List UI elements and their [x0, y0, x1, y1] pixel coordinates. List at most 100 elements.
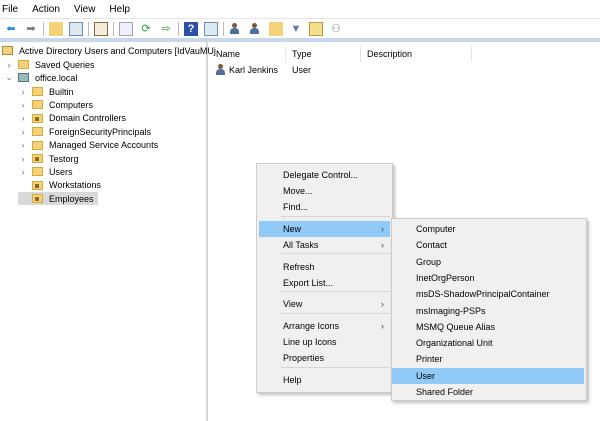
submenu-item[interactable]: Group [392, 254, 584, 270]
menu-item[interactable]: New › [259, 221, 390, 237]
menu-item-label: Arrange Icons [283, 321, 340, 331]
cell-name: Karl Jenkins [229, 64, 279, 75]
list-row[interactable]: Karl Jenkins [215, 63, 278, 76]
menu-item-label: Help [283, 375, 302, 385]
menu-item[interactable]: Properties [259, 350, 390, 366]
new-group-icon[interactable] [249, 22, 263, 36]
menu-item-label: Move... [283, 186, 313, 196]
user-icon [215, 64, 226, 75]
new-submenu: Computer Contact Group InetOrgPerson msDS-Sh… [391, 218, 587, 401]
delegate-icon[interactable]: ⚇ [329, 22, 343, 36]
tree-item-domain[interactable]: ⌄ office.local [4, 71, 77, 84]
menu-item[interactable]: Refresh [259, 259, 390, 275]
menu-help[interactable]: Help [109, 4, 130, 15]
menu-action[interactable]: Action [32, 4, 60, 15]
chevron-right-icon[interactable]: › [18, 127, 28, 137]
menu-item-label: msImaging-PSPs [416, 305, 486, 316]
chevron-right-icon[interactable]: › [18, 167, 28, 177]
submenu-item[interactable]: Printer [392, 351, 584, 367]
menu-item-label: MSMQ Queue Alias [416, 321, 496, 332]
chevron-right-icon[interactable]: › [4, 60, 14, 70]
folder-icon [32, 87, 43, 96]
menu-item-label: Group [416, 256, 442, 267]
refresh-icon[interactable]: ⟳ [139, 22, 153, 36]
menu-item[interactable]: Find... [259, 199, 390, 215]
tree-item[interactable]: › ForeignSecurityPrincipals [18, 125, 152, 138]
chevron-right-icon: › [381, 240, 384, 250]
show-tree-icon[interactable] [69, 21, 83, 36]
submenu-item[interactable]: User [392, 367, 584, 384]
up-folder-icon[interactable] [49, 21, 63, 36]
submenu-item[interactable]: Shared Folder [392, 384, 584, 400]
menu-item[interactable]: All Tasks › [259, 237, 390, 253]
tree-item[interactable]: › Computers [18, 98, 94, 111]
menu-item-label: Refresh [283, 262, 315, 272]
menu-item-label: Delegate Control... [283, 170, 359, 180]
menu-item[interactable]: Delegate Control... [259, 167, 390, 183]
submenu-item[interactable]: Contact [392, 237, 584, 253]
menu-bar: File Action View Help [0, 0, 600, 18]
clipboard-icon[interactable] [94, 21, 108, 36]
chevron-right-icon[interactable]: › [18, 113, 28, 123]
menu-item[interactable]: Line up Icons [259, 334, 390, 350]
tree-item[interactable]: › Managed Service Accounts [18, 139, 159, 152]
tree-item-saved-queries[interactable]: › Saved Queries [4, 58, 95, 71]
submenu-item[interactable]: InetOrgPerson [392, 270, 584, 286]
menu-separator [281, 291, 390, 292]
chevron-right-icon[interactable]: › [18, 87, 28, 97]
menu-item[interactable]: Export List... [259, 275, 390, 291]
chevron-right-icon[interactable]: › [18, 100, 28, 110]
toolbar: ⬅ ➡ ⟳ ⇨ ? ▼ ⚇ [0, 18, 600, 38]
menu-item[interactable]: Move... [259, 183, 390, 199]
menu-item-label: Line up Icons [283, 337, 337, 347]
column-header-name[interactable]: Name [210, 46, 286, 62]
menu-item-label: msDS-ShadowPrincipalContainer [416, 289, 550, 300]
filter-icon[interactable]: ▼ [289, 22, 303, 36]
folder-icon [32, 140, 43, 150]
export-icon[interactable] [119, 21, 133, 36]
toolbar-separator [43, 21, 44, 36]
tree-root[interactable]: Active Directory Users and Computers [Id… [2, 44, 216, 57]
menu-view[interactable]: View [74, 4, 96, 15]
submenu-item[interactable]: Organizational Unit [392, 335, 584, 351]
menu-item-label: All Tasks [283, 240, 319, 250]
menu-item-label: Properties [283, 353, 325, 363]
chevron-right-icon: › [381, 224, 384, 234]
find-icon[interactable] [309, 21, 323, 36]
menu-item[interactable]: Arrange Icons › [259, 318, 390, 334]
new-ou-icon[interactable] [269, 21, 283, 36]
tree-item[interactable]: › Users [18, 165, 73, 178]
submenu-item[interactable]: msDS-ShadowPrincipalContainer [392, 286, 584, 302]
chevron-down-icon[interactable]: ⌄ [4, 72, 14, 83]
export-list-icon[interactable]: ⇨ [159, 22, 173, 36]
ad-root-icon [2, 46, 13, 55]
tree-item[interactable]: Employees [18, 192, 98, 206]
chevron-right-icon[interactable]: › [18, 140, 28, 150]
folder-icon [32, 100, 43, 110]
forward-icon[interactable]: ➡ [24, 22, 38, 36]
back-icon[interactable]: ⬅ [4, 22, 18, 36]
folder-icon [18, 60, 29, 69]
menu-item-label: View [283, 299, 303, 309]
column-header-description[interactable]: Description [361, 46, 472, 62]
ou-folder-icon [32, 194, 43, 204]
menu-separator [281, 253, 390, 254]
menu-file[interactable]: File [2, 4, 18, 15]
chevron-right-icon[interactable]: › [18, 154, 28, 164]
new-user-icon[interactable] [229, 22, 243, 36]
tree-item[interactable]: › Builtin [18, 85, 74, 98]
menu-item[interactable]: View › [259, 296, 390, 312]
submenu-item[interactable]: MSMQ Queue Alias [392, 319, 584, 335]
column-header-type[interactable]: Type [286, 46, 361, 62]
submenu-item[interactable]: msImaging-PSPs [392, 303, 584, 319]
tree-item[interactable]: › Testorg [18, 152, 79, 165]
tree-item[interactable]: › Domain Controllers [18, 112, 127, 125]
tree-item-label: Employees [49, 193, 94, 204]
help-icon[interactable]: ? [184, 21, 198, 36]
menu-item[interactable]: Help [259, 372, 390, 388]
menu-item-label: New [283, 224, 302, 234]
console-icon[interactable] [204, 21, 218, 36]
ou-folder-icon [32, 154, 43, 163]
submenu-item[interactable]: Computer [392, 221, 584, 237]
tree-item[interactable]: Workstations [18, 179, 101, 192]
